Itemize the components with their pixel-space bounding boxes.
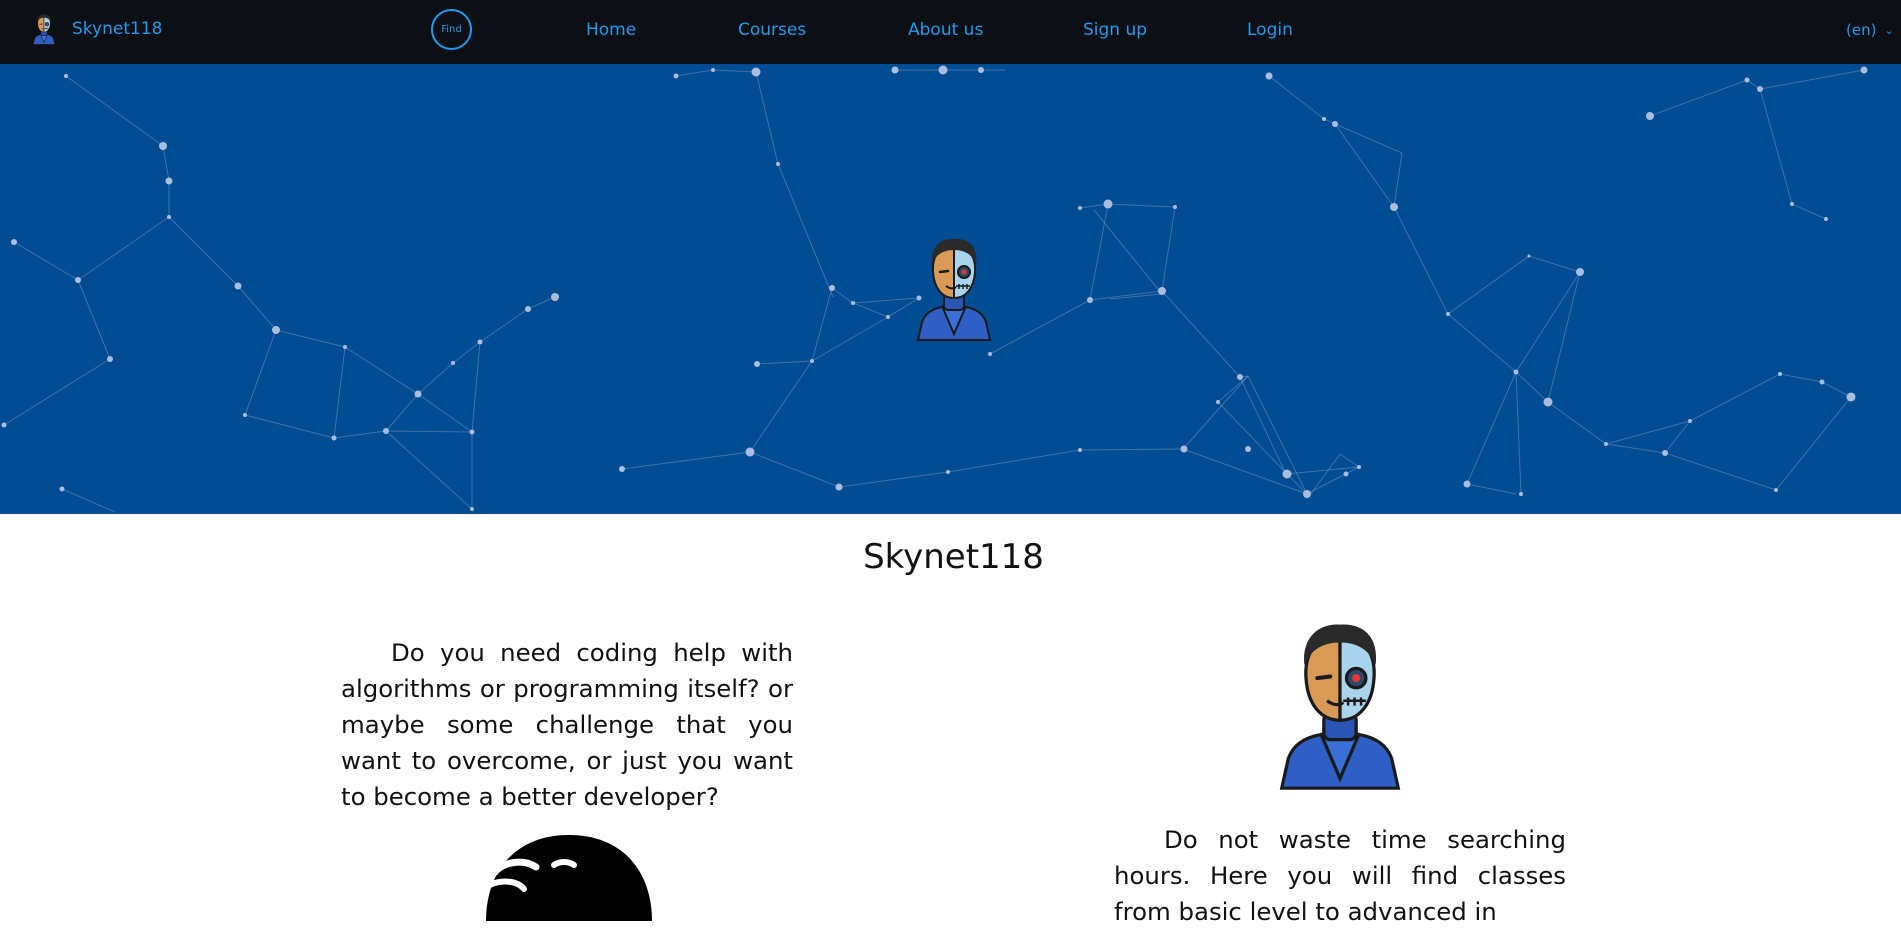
cyborg-avatar-icon: [30, 13, 58, 45]
page-title: Skynet118: [863, 537, 1044, 577]
find-button[interactable]: Find: [431, 9, 472, 50]
cyborg-avatar-icon: [1272, 612, 1408, 796]
hero-banner: [0, 64, 1901, 514]
nav-link-courses[interactable]: Courses: [738, 20, 806, 40]
intro-paragraph: Do you need coding help with algorithms …: [341, 638, 793, 811]
classes-paragraph: Do not waste time searching hours. Here …: [1114, 825, 1566, 926]
nav-link-about-us[interactable]: About us: [908, 20, 983, 40]
chevron-down-icon: ⌄: [1884, 23, 1894, 37]
cyborg-avatar-icon: [912, 234, 996, 342]
top-navbar: Skynet118 Find Home Courses About us Sig…: [0, 0, 1901, 64]
brand-name: Skynet118: [72, 19, 163, 39]
nav-link-login[interactable]: Login: [1247, 20, 1293, 40]
language-selector[interactable]: (en) ⌄: [1846, 21, 1894, 39]
brand-link[interactable]: Skynet118: [30, 13, 162, 45]
nav-link-home[interactable]: Home: [586, 20, 636, 40]
nav-link-sign-up[interactable]: Sign up: [1083, 20, 1147, 40]
language-label: (en): [1846, 21, 1877, 39]
hacker-mask-icon: [486, 835, 652, 921]
